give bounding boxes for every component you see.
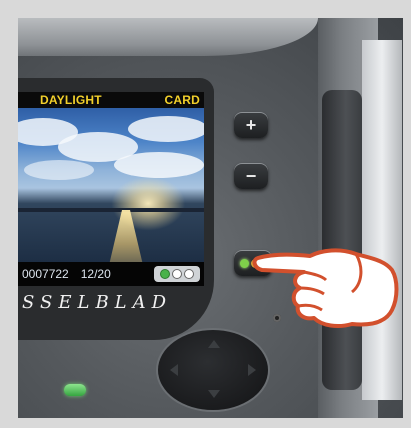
cloud-shape bbox=[128, 116, 204, 142]
navigation-dpad[interactable] bbox=[158, 330, 268, 410]
strap-plate bbox=[360, 40, 402, 400]
preview-photo bbox=[18, 108, 204, 278]
plus-button-label: + bbox=[245, 114, 257, 135]
bottom-border bbox=[0, 418, 411, 428]
power-led-icon bbox=[64, 384, 86, 396]
status-indicator bbox=[154, 266, 200, 282]
image-number: 0007722 bbox=[22, 267, 69, 281]
status-dot-icon bbox=[172, 269, 182, 279]
pointing-hand-icon bbox=[252, 248, 399, 328]
right-border bbox=[403, 0, 411, 428]
frame-counter: 12/20 bbox=[80, 267, 111, 281]
screen-bottom-bar: 0007722 12/20 bbox=[18, 262, 204, 286]
status-dot-icon bbox=[160, 269, 170, 279]
brand-logo: SSELBLAD bbox=[22, 292, 173, 313]
minus-button-label: − bbox=[245, 165, 257, 186]
white-balance-label: DAYLIGHT bbox=[40, 93, 102, 107]
cloud-shape bbox=[114, 152, 204, 178]
arrow-left-icon[interactable] bbox=[170, 364, 178, 376]
minus-button[interactable]: − bbox=[234, 163, 268, 189]
arrow-up-icon[interactable] bbox=[208, 340, 220, 348]
status-dot-icon bbox=[184, 269, 194, 279]
horizon-line bbox=[18, 208, 204, 212]
screen-top-bar: DAYLIGHT CARD bbox=[18, 92, 204, 108]
green-led-icon bbox=[240, 258, 249, 268]
top-border bbox=[0, 0, 411, 18]
left-border bbox=[0, 0, 18, 428]
storage-label: CARD bbox=[164, 93, 200, 107]
illustration-frame: DAYLIGHT CARD 0007722 12/20 SSELBLAD + − bbox=[0, 0, 411, 428]
cloud-shape bbox=[24, 160, 94, 180]
camera-screen: DAYLIGHT CARD 0007722 12/20 bbox=[18, 92, 204, 286]
arrow-right-icon[interactable] bbox=[248, 364, 256, 376]
arrow-down-icon[interactable] bbox=[208, 390, 220, 398]
plus-button[interactable]: + bbox=[234, 112, 268, 138]
